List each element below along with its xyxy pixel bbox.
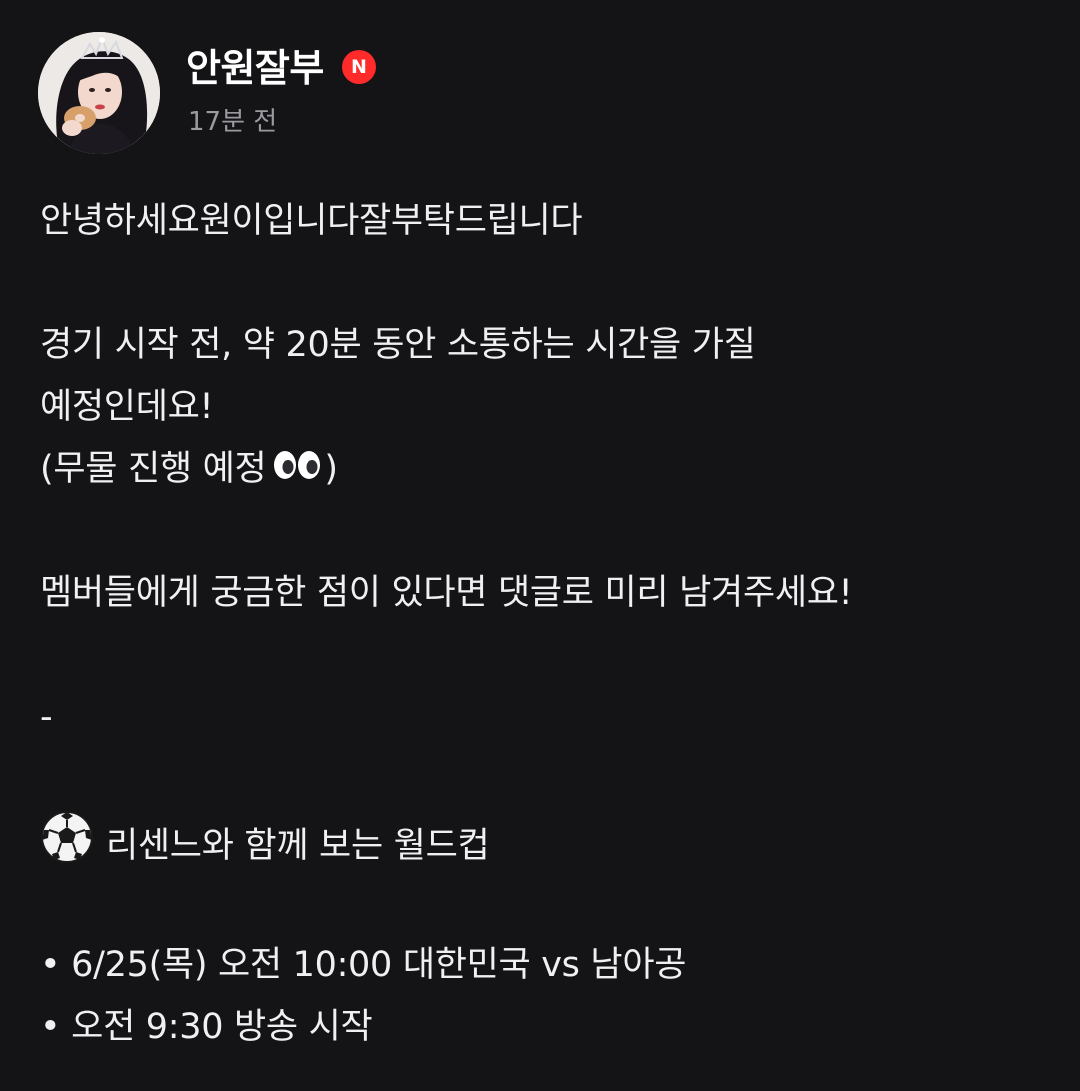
eyes-emoji-icon	[272, 439, 322, 501]
worldcup-title: 리센느와 함께 보는 월드컵	[106, 826, 490, 866]
post-line-greeting: 안녕하세요원이입니다잘부탁드립니다	[40, 201, 583, 241]
post-body: 안녕하세요원이입니다잘부탁드립니다 경기 시작 전, 약 20분 동안 소통하는…	[40, 190, 1050, 1058]
post-line-plan: 예정인데요!	[40, 387, 214, 427]
qa-text: (무물 진행 예정	[40, 449, 267, 489]
avatar-image	[38, 32, 160, 154]
author-name[interactable]: 안원잘부	[186, 40, 324, 96]
post-line-worldcup: 리센느와 함께 보는 월드컵	[40, 810, 1050, 872]
post-line-question-request: 멤버들에게 궁금한 점이 있다면 댓글로 미리 남겨주세요!	[40, 573, 853, 613]
post-line-qa: (무물 진행 예정 )	[40, 438, 1050, 500]
post-line-broadcast-time: • 오전 9:30 방송 시작	[40, 1007, 373, 1047]
post-header: 안원잘부 N 17분 전	[38, 32, 1038, 156]
post-timestamp: 17분 전	[188, 107, 278, 137]
qa-close-paren: )	[324, 449, 338, 489]
post-line-schedule: 경기 시작 전, 약 20분 동안 소통하는 시간을 가질	[40, 325, 756, 365]
new-badge: N	[342, 50, 376, 84]
post-line-divider: -	[40, 697, 53, 737]
author-avatar[interactable]	[38, 32, 160, 154]
soccer-ball-emoji-icon	[40, 810, 94, 884]
post-line-match-time: • 6/25(목) 오전 10:00 대한민국 vs 남아공	[40, 945, 687, 985]
